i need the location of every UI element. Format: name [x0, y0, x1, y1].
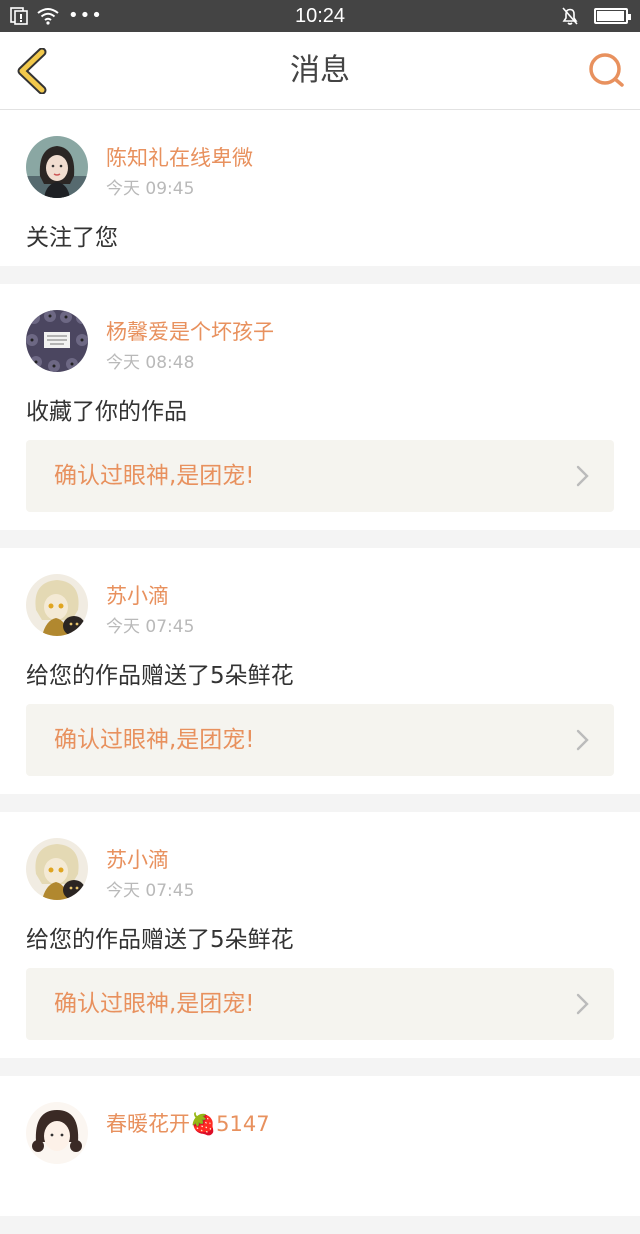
chevron-right-icon — [576, 993, 589, 1015]
status-right-icons — [560, 0, 631, 32]
chevron-right-icon — [576, 729, 589, 751]
avatar[interactable] — [26, 310, 88, 372]
username[interactable]: 春暖花开🍓5147 — [106, 1108, 270, 1138]
message-action: 收藏了你的作品 — [26, 399, 187, 425]
message-card: 陈知礼在线卑微 今天 09:45 关注了您 — [0, 110, 640, 266]
message-card: 春暖花开🍓5147 — [0, 1076, 640, 1216]
strawberry-icon: 🍓 — [190, 1112, 217, 1136]
username-suffix: 5147 — [216, 1112, 270, 1136]
message-card: 杨馨爱是个坏孩子 今天 08:48 收藏了你的作品 确认过眼神,是团宠! — [0, 284, 640, 530]
message-time: 今天 08:48 — [106, 353, 195, 373]
username[interactable]: 陈知礼在线卑微 — [106, 142, 253, 172]
work-link[interactable]: 确认过眼神,是团宠! — [26, 968, 614, 1040]
message-action: 关注了您 — [26, 225, 118, 251]
silent-bell-icon — [562, 7, 578, 25]
message-card: 苏小滴 今天 07:45 给您的作品赠送了5朵鲜花 确认过眼神,是团宠! — [0, 548, 640, 794]
avatar[interactable] — [26, 574, 88, 636]
avatar[interactable] — [26, 136, 88, 198]
username-text: 春暖花开 — [106, 1112, 190, 1136]
message-time: 今天 07:45 — [106, 617, 195, 637]
avatar[interactable] — [26, 1102, 88, 1164]
message-feed: 陈知礼在线卑微 今天 09:45 关注了您 杨馨爱是个坏孩子 今天 08:48 … — [0, 110, 640, 1234]
message-time: 今天 07:45 — [106, 881, 195, 901]
battery-icon — [594, 8, 631, 24]
username[interactable]: 杨馨爱是个坏孩子 — [106, 316, 274, 346]
message-card: 苏小滴 今天 07:45 给您的作品赠送了5朵鲜花 确认过眼神,是团宠! — [0, 812, 640, 1058]
search-icon[interactable] — [586, 50, 626, 90]
work-title: 确认过眼神,是团宠! — [54, 991, 255, 1017]
work-link[interactable]: 确认过眼神,是团宠! — [26, 704, 614, 776]
message-time: 今天 09:45 — [106, 179, 195, 199]
chevron-right-icon — [576, 465, 589, 487]
work-title: 确认过眼神,是团宠! — [54, 727, 255, 753]
work-title: 确认过眼神,是团宠! — [54, 463, 255, 489]
status-time: 10:24 — [294, 5, 346, 27]
message-action: 给您的作品赠送了5朵鲜花 — [26, 663, 294, 689]
work-link[interactable]: 确认过眼神,是团宠! — [26, 440, 614, 512]
message-action: 给您的作品赠送了5朵鲜花 — [26, 927, 294, 953]
avatar[interactable] — [26, 838, 88, 900]
username[interactable]: 苏小滴 — [106, 580, 169, 610]
username[interactable]: 苏小滴 — [106, 844, 169, 874]
page-title: 消息 — [290, 53, 350, 88]
status-bar: ••• 10:24 — [0, 0, 640, 32]
nav-bar: 消息 — [0, 32, 640, 110]
